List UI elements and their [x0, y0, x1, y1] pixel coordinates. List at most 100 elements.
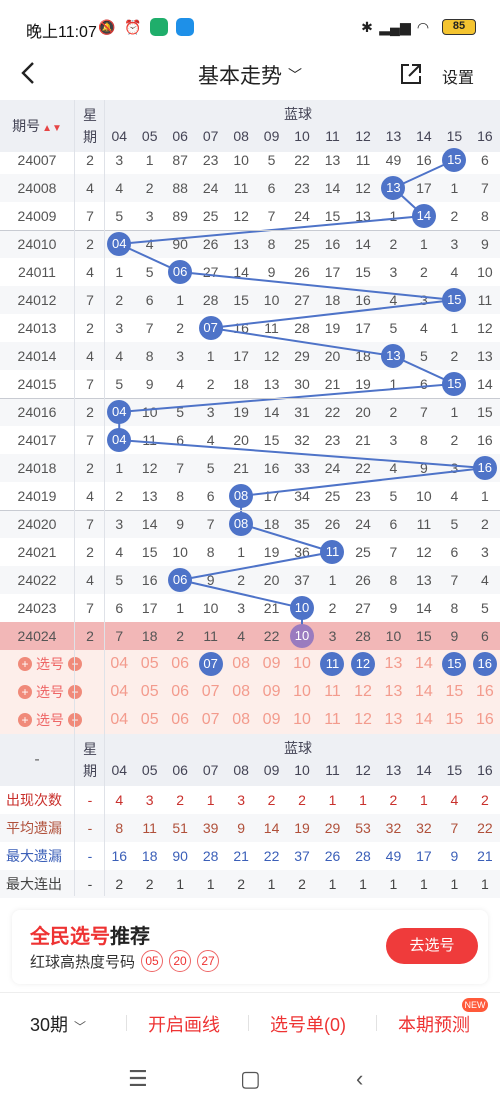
pick-number[interactable]: 04: [104, 678, 134, 706]
omission-cell: 14: [355, 236, 371, 252]
pick-number[interactable]: 13: [378, 678, 408, 706]
stats-value: 2: [115, 876, 124, 892]
pick-number[interactable]: 08: [226, 706, 256, 734]
page-title[interactable]: 基本走势 ﹀: [0, 60, 500, 90]
minus-icon[interactable]: −: [68, 685, 82, 699]
table-row: 24014448311712292018135213: [0, 342, 500, 370]
omission-cell: 3: [115, 320, 124, 336]
stats-value: 49: [385, 848, 402, 864]
pick-list-button[interactable]: 选号单(0): [270, 1011, 346, 1037]
number-cells: 3 14 9 7 08 18 35 26 24 6 11 5 2: [104, 510, 500, 538]
pick-number[interactable]: 12: [348, 706, 378, 734]
omission-cell: 6: [480, 152, 489, 168]
pick-number[interactable]: 11: [317, 678, 347, 706]
period-cell: 24023: [17, 600, 57, 616]
pick-number[interactable]: 15: [439, 678, 469, 706]
pick-number[interactable]: 11: [317, 706, 347, 734]
omission-cell: 1: [176, 292, 185, 308]
pick-number[interactable]: 13: [378, 706, 408, 734]
pick-number[interactable]: 05: [134, 650, 164, 678]
omission-cell: 5: [176, 404, 185, 420]
pick-number[interactable]: 10: [287, 678, 317, 706]
pick-number[interactable]: 10: [287, 650, 317, 678]
omission-cell: 12: [355, 180, 371, 196]
omission-cell: 19: [355, 376, 371, 392]
omission-cell: 21: [355, 432, 371, 448]
pick-number[interactable]: 06: [165, 678, 195, 706]
pick-number[interactable]: 10: [287, 706, 317, 734]
period-selector[interactable]: 30期 ﹀: [30, 1011, 86, 1037]
pick-number[interactable]: 05: [134, 706, 164, 734]
period-column-header[interactable]: 期号 ▲▼: [0, 100, 74, 152]
number-cells: 3 7 2 07 16 11 28 19 17 5 4 1 12: [104, 314, 500, 342]
period-selector-label: 30期: [30, 1015, 69, 1035]
selected-pick-ball[interactable]: 07: [198, 652, 223, 676]
pick-number[interactable]: 04: [104, 650, 134, 678]
pick-number[interactable]: 14: [409, 678, 439, 706]
pick-number[interactable]: 09: [256, 650, 286, 678]
pick-number[interactable]: 15: [439, 706, 469, 734]
pick-number[interactable]: 09: [256, 678, 286, 706]
pick-row: + 选号− 04050607080910111213141516: [0, 706, 500, 734]
pick-number[interactable]: 06: [165, 706, 195, 734]
pick-number[interactable]: 16: [470, 678, 500, 706]
predict-button[interactable]: 本期预测: [398, 1011, 470, 1037]
menu-icon[interactable]: ☰: [128, 1066, 148, 1092]
omission-cell: 8: [206, 544, 215, 560]
pick-number[interactable]: 14: [409, 650, 439, 678]
pick-number[interactable]: 08: [226, 678, 256, 706]
weekday-cell: 7: [86, 600, 94, 616]
chevron-down-icon: ﹀: [288, 67, 302, 83]
stats-cells: 8 11 51 39 9 14 19 29 53 32 32 7 22: [104, 814, 500, 842]
table-row: 240127261281510271816431511: [0, 286, 500, 314]
minus-icon[interactable]: −: [68, 657, 82, 671]
stats-value: 4: [450, 792, 459, 808]
pick-number[interactable]: 08: [226, 650, 256, 678]
minus-icon[interactable]: −: [68, 713, 82, 727]
plus-icon[interactable]: +: [18, 713, 32, 727]
pick-number[interactable]: 16: [470, 706, 500, 734]
stats-value: 26: [324, 848, 341, 864]
omission-cell: 6: [389, 516, 398, 532]
omission-cell: 11: [233, 180, 249, 196]
omission-cell: 10: [477, 264, 493, 280]
omission-cell: 9: [176, 516, 185, 532]
pick-number[interactable]: 13: [378, 650, 408, 678]
omission-cell: 5: [115, 572, 124, 588]
stats-value: 2: [298, 876, 306, 892]
omission-cell: 23: [294, 180, 310, 196]
pick-number[interactable]: 07: [195, 706, 225, 734]
omission-cell: 1: [206, 348, 215, 364]
share-icon[interactable]: [398, 61, 424, 87]
stats-value: 37: [294, 848, 310, 864]
omission-cell: 32: [294, 432, 310, 448]
omission-cell: 2: [176, 628, 185, 644]
stats-value: 11: [142, 820, 157, 836]
pick-number[interactable]: 05: [134, 678, 164, 706]
omission-cell: 3: [480, 544, 489, 560]
omission-cell: 26: [324, 516, 341, 532]
pick-number[interactable]: 12: [348, 678, 378, 706]
pick-number[interactable]: 04: [104, 706, 134, 734]
plus-icon[interactable]: +: [18, 657, 32, 671]
selected-pick-ball[interactable]: 12: [350, 652, 375, 676]
omission-cell: 28: [202, 292, 219, 308]
draw-line-button[interactable]: 开启画线: [148, 1011, 220, 1037]
pick-number[interactable]: 06: [165, 650, 195, 678]
omission-cell: 3: [115, 152, 124, 168]
omission-cell: 87: [172, 152, 188, 168]
pick-number[interactable]: 14: [409, 706, 439, 734]
plus-icon[interactable]: +: [18, 685, 32, 699]
sort-icon[interactable]: ▲▼: [42, 123, 62, 134]
omission-cell: 2: [237, 572, 245, 588]
pick-number[interactable]: 09: [256, 706, 286, 734]
signal-icon: ▂▄▆: [379, 18, 411, 35]
settings-button[interactable]: 设置: [442, 64, 474, 88]
stats-dash: -: [87, 876, 93, 892]
omission-cell: 5: [480, 600, 489, 616]
back-nav-icon[interactable]: ‹: [356, 1066, 363, 1092]
pick-number[interactable]: 07: [195, 678, 225, 706]
home-icon[interactable]: ▢: [240, 1066, 261, 1092]
go-pick-button[interactable]: 去选号: [386, 928, 478, 964]
selected-pick-ball[interactable]: 16: [472, 652, 497, 676]
